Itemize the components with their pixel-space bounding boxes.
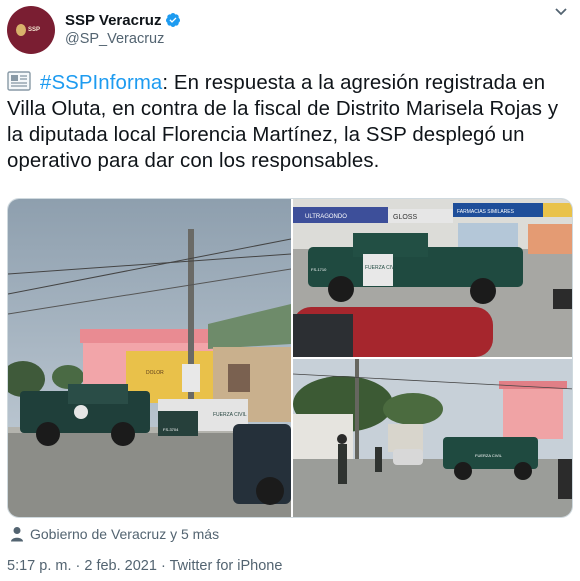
tweet-text: #SSPInforma: En respuesta a la agresión … <box>7 70 573 174</box>
display-name[interactable]: SSP Veracruz <box>65 12 161 29</box>
seal-icon <box>16 24 26 36</box>
photo-label-store1: ULTRAGONDO <box>305 214 347 220</box>
handle[interactable]: @SP_Veracruz <box>65 31 164 47</box>
photo-label-plate2: FS-1710 <box>311 267 327 272</box>
photo-label-store2: GLOSS <box>393 214 417 221</box>
media-grid: FUERZA CIVIL DOLOR FS-3704 ULTRAGONDO GL… <box>7 198 573 518</box>
meta-separator-2: · <box>156 558 170 574</box>
tweet-date[interactable]: 2 feb. 2021 <box>84 558 157 574</box>
photo-label-fuerza2: FUERZA CIVIL <box>365 265 399 271</box>
tweet-header: SSP SSP Veracruz @SP_Veracruz <box>0 0 580 60</box>
photo-label-fuerza: FUERZA CIVIL <box>213 412 247 418</box>
more-icon[interactable] <box>552 4 570 20</box>
photo-pickup-storefront[interactable]: ULTRAGONDO GLOSS FARMACIAS SIMILARES FUE… <box>293 199 572 357</box>
photo-officers-street[interactable]: FUERZA CIVIL <box>293 359 572 517</box>
tweet-meta: 5:17 p. m. · 2 feb. 2021 · Twitter for i… <box>7 558 282 574</box>
photo-label-store3: FARMACIAS SIMILARES <box>457 209 515 215</box>
verified-icon <box>166 13 181 27</box>
tagged-users[interactable]: Gobierno de Veracruz y 5 más <box>10 524 219 544</box>
tweet-time[interactable]: 5:17 p. m. <box>7 558 71 574</box>
person-icon <box>11 527 23 542</box>
meta-separator: · <box>71 558 85 574</box>
tagged-text: Gobierno de Veracruz y 5 más <box>30 526 220 542</box>
photo-label-dolor: DOLOR <box>146 370 164 376</box>
photo-label-fuerza3: FUERZA CIVIL <box>475 453 503 458</box>
tweet-client[interactable]: Twitter for iPhone <box>170 558 283 574</box>
name-row: SSP Veracruz <box>65 10 181 30</box>
ssp-logo: SSP <box>16 21 46 39</box>
newspaper-icon <box>7 71 31 91</box>
avatar[interactable]: SSP <box>7 6 55 54</box>
photo-street-convoy[interactable]: FUERZA CIVIL DOLOR FS-3704 <box>8 199 291 517</box>
avatar-text: SSP <box>28 26 41 33</box>
photo-label-plate: FS-3704 <box>163 427 179 432</box>
hashtag-link[interactable]: #SSPInforma <box>40 72 162 94</box>
